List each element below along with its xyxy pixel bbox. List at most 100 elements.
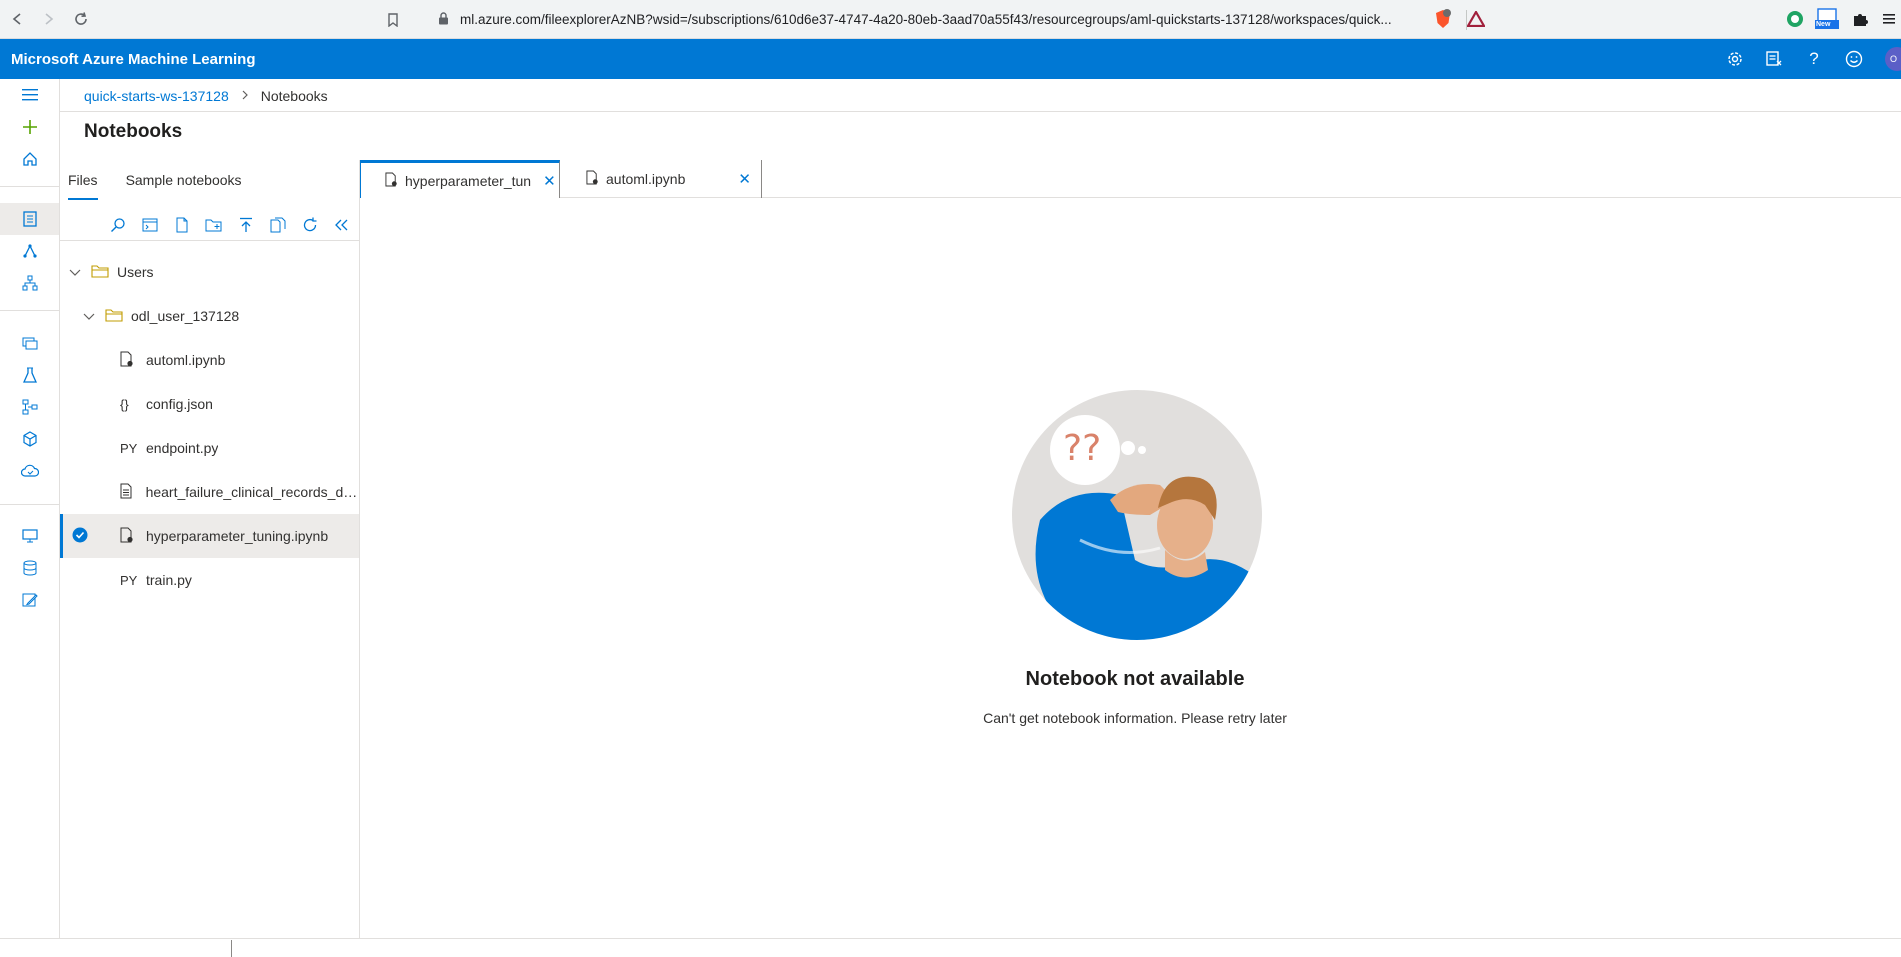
rail-divider — [0, 504, 59, 505]
file-toolbar — [60, 209, 360, 241]
new-badge: New — [1816, 21, 1831, 28]
puzzle-extensions-icon[interactable] — [1849, 8, 1871, 30]
address-bar[interactable]: ml.azure.com/fileexplorerAzNB?wsid=/subs… — [380, 6, 1495, 33]
create-new-plus-icon[interactable] — [0, 111, 59, 143]
new-extension-icon[interactable]: New — [1814, 8, 1840, 30]
page-title: Notebooks — [84, 121, 183, 142]
folder-icon — [91, 264, 117, 281]
python-file-icon: PY — [120, 440, 138, 456]
document-file-icon — [120, 483, 146, 502]
tree-item-label: config.json — [146, 396, 213, 412]
tree-file-config-json[interactable]: {} config.json — [60, 382, 359, 426]
python-file-icon: PY — [120, 572, 138, 588]
tree-file-train-py[interactable]: PY train.py — [60, 558, 359, 602]
bookmark-icon[interactable] — [380, 7, 406, 33]
datasets-icon[interactable] — [0, 327, 59, 359]
close-tab-icon[interactable]: ✕ — [543, 172, 556, 190]
reload-icon[interactable] — [67, 5, 95, 33]
editor-tab-label: hyperparameter_tun — [405, 172, 532, 189]
tab-hyperparameter-tuning[interactable]: hyperparameter_tun ✕ — [360, 160, 560, 198]
collapse-panel-icon[interactable] — [330, 213, 354, 237]
clone-files-icon[interactable] — [266, 213, 290, 237]
brave-shield-icon[interactable] — [1432, 8, 1454, 30]
breadcrumb-workspace-link[interactable]: quick-starts-ws-137128 — [84, 88, 229, 104]
extension-green-icon[interactable] — [1784, 8, 1806, 30]
tree-folder-users[interactable]: Users — [60, 250, 359, 294]
empty-state-message: Can't get notebook information. Please r… — [983, 710, 1287, 726]
file-explorer-panel: Files Sample notebooks Users odl_user_13… — [60, 160, 360, 939]
selected-check-icon[interactable] — [72, 527, 120, 546]
header-divider — [60, 111, 1901, 112]
folder-icon — [105, 308, 131, 325]
rail-divider — [0, 186, 59, 187]
notebook-file-icon — [120, 527, 146, 546]
left-navigation-rail — [0, 79, 60, 939]
endpoints-cloud-icon[interactable] — [0, 455, 59, 487]
chevron-right-icon — [241, 89, 249, 103]
terminal-icon[interactable] — [138, 213, 162, 237]
compute-monitor-icon[interactable] — [0, 520, 59, 552]
experiments-flask-icon[interactable] — [0, 359, 59, 391]
tree-item-label: odl_user_137128 — [131, 308, 240, 324]
chevron-down-icon[interactable] — [83, 308, 105, 324]
tree-folder-odl-user[interactable]: odl_user_137128 — [60, 294, 359, 338]
data-labeling-edit-icon[interactable] — [0, 584, 59, 616]
tree-file-automl[interactable]: automl.ipynb — [60, 338, 359, 382]
hamburger-menu-icon[interactable] — [0, 79, 59, 111]
pipelines-icon[interactable] — [0, 391, 59, 423]
brave-rewards-icon[interactable] — [1465, 8, 1487, 30]
upload-icon[interactable] — [234, 213, 258, 237]
breadcrumb-current: Notebooks — [260, 88, 328, 104]
url-text[interactable]: ml.azure.com/fileexplorerAzNB?wsid=/subs… — [460, 12, 1460, 27]
question-marks-text: ?? — [1063, 428, 1102, 469]
empty-state-title: Notebook not available — [1025, 668, 1245, 690]
new-folder-icon[interactable] — [202, 213, 226, 237]
json-braces-icon: {} — [120, 396, 129, 412]
lock-icon[interactable] — [438, 11, 454, 28]
file-panel-tabs: Files Sample notebooks — [68, 172, 270, 200]
models-cube-icon[interactable] — [0, 423, 59, 455]
notebook-file-icon — [586, 170, 606, 188]
app-title[interactable]: Microsoft Azure Machine Learning — [11, 51, 255, 68]
tree-file-hyperparameter-tuning[interactable]: hyperparameter_tuning.ipynb — [60, 514, 359, 558]
browser-toolbar: ml.azure.com/fileexplorerAzNB?wsid=/subs… — [0, 0, 1901, 39]
tree-item-label: endpoint.py — [146, 440, 219, 456]
notebooks-nav-icon[interactable] — [0, 203, 59, 235]
close-tab-icon[interactable]: ✕ — [738, 170, 751, 188]
breadcrumb: quick-starts-ws-137128 Notebooks — [84, 86, 328, 106]
tree-item-label: heart_failure_clinical_records_da... — [145, 484, 359, 500]
notebook-file-icon — [385, 172, 405, 190]
status-bar-separator — [231, 940, 232, 957]
tree-item-label: Users — [117, 264, 154, 280]
editor-tab-label: automl.ipynb — [606, 171, 686, 187]
datastores-database-icon[interactable] — [0, 552, 59, 584]
automated-ml-icon[interactable] — [0, 235, 59, 267]
search-icon[interactable] — [106, 213, 130, 237]
home-icon[interactable] — [0, 143, 59, 175]
tree-file-heart-failure-csv[interactable]: heart_failure_clinical_records_da... — [60, 470, 359, 514]
tab-files[interactable]: Files — [68, 172, 98, 200]
tree-item-label: train.py — [146, 572, 192, 588]
designer-icon[interactable] — [0, 267, 59, 299]
tab-automl[interactable]: automl.ipynb ✕ — [560, 160, 762, 198]
rail-divider — [0, 310, 59, 311]
tree-item-label: automl.ipynb — [146, 352, 226, 368]
tree-item-label: hyperparameter_tuning.ipynb — [146, 528, 329, 544]
feedback-smiley-icon[interactable] — [1843, 48, 1865, 70]
editor-tab-bar: hyperparameter_tun ✕ automl.ipynb ✕ — [360, 160, 1901, 198]
back-icon[interactable] — [3, 5, 31, 33]
forward-icon[interactable] — [35, 5, 63, 33]
browser-menu-icon[interactable] — [1878, 8, 1900, 30]
tab-sample-notebooks[interactable]: Sample notebooks — [126, 172, 242, 200]
app-header: Microsoft Azure Machine Learning ? — [0, 39, 1901, 79]
notifications-list-icon[interactable] — [1763, 48, 1785, 70]
new-file-icon[interactable] — [170, 213, 194, 237]
chevron-down-icon[interactable] — [69, 264, 91, 280]
notebook-file-icon — [120, 351, 146, 370]
refresh-icon[interactable] — [298, 213, 322, 237]
notebook-not-available-illustration: ?? — [960, 390, 1310, 645]
bottom-divider — [0, 938, 1901, 939]
tree-file-endpoint-py[interactable]: PY endpoint.py — [60, 426, 359, 470]
settings-gear-icon[interactable] — [1724, 48, 1746, 70]
help-icon[interactable]: ? — [1803, 48, 1825, 70]
